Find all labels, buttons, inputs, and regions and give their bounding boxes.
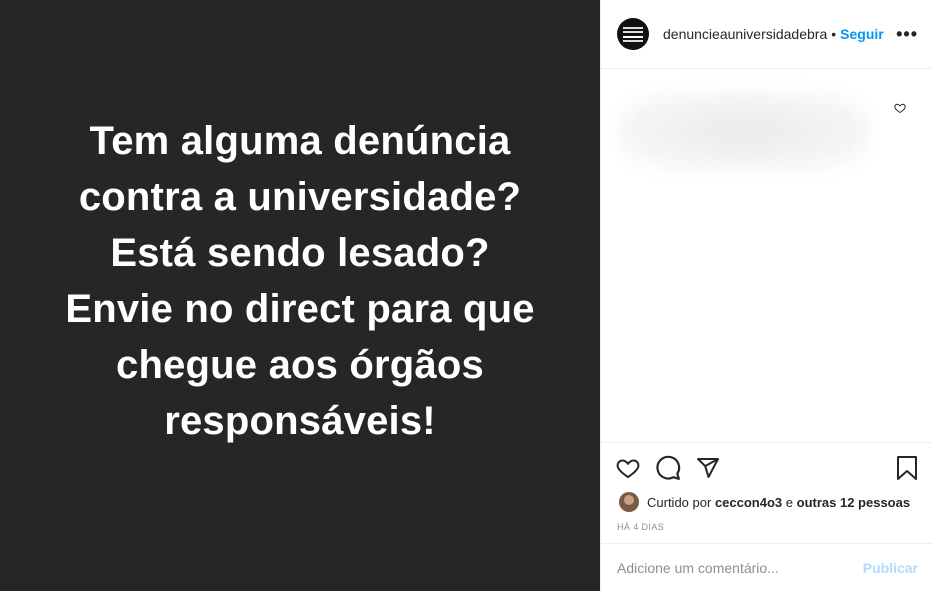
instagram-post-modal: Tem alguma denúncia contra a universidad…: [0, 0, 932, 591]
likes-prefix: Curtido por: [647, 494, 712, 510]
comment-form: Publicar: [601, 543, 932, 591]
more-options-icon[interactable]: •••: [896, 24, 918, 45]
comment-input[interactable]: [617, 559, 863, 576]
publish-button[interactable]: Publicar: [863, 560, 918, 576]
post-text-line: Envie no direct para que: [65, 286, 535, 331]
liker-username[interactable]: ceccon4o3: [715, 495, 782, 510]
post-text-line: responsáveis!: [164, 398, 436, 443]
post-timestamp[interactable]: HÁ 4 DIAS: [617, 522, 918, 532]
heart-icon[interactable]: [615, 456, 641, 480]
liker-avatar[interactable]: [619, 492, 639, 512]
comment-icon[interactable]: [655, 455, 681, 481]
action-icons: [615, 453, 918, 483]
post-header: denuncieauniversidadebra • Seguir •••: [601, 0, 932, 69]
post-text-line: chegue aos órgãos: [116, 342, 484, 387]
post-text-line: Está sendo lesado?: [110, 230, 490, 275]
likes-others-link[interactable]: outras 12 pessoas: [797, 495, 910, 510]
profile-username[interactable]: denuncieauniversidadebra: [663, 26, 827, 42]
separator-dot: •: [831, 26, 837, 42]
bookmark-icon[interactable]: [896, 455, 918, 481]
post-sidebar: denuncieauniversidadebra • Seguir ••• Cu…: [600, 0, 932, 591]
post-text-line: Tem alguma denúncia: [89, 118, 511, 163]
likes-summary: Curtido por ceccon4o3 e outras 12 pessoa…: [615, 492, 918, 512]
share-icon[interactable]: [695, 456, 721, 480]
comment-like-icon[interactable]: [894, 101, 906, 119]
profile-avatar[interactable]: [617, 18, 649, 50]
follow-button[interactable]: Seguir: [840, 26, 884, 42]
post-text-line: contra a universidade?: [78, 174, 522, 219]
likes-connector: e: [785, 494, 793, 510]
blurred-caption: [617, 91, 872, 171]
comments-area: [601, 69, 932, 441]
post-actions: Curtido por ceccon4o3 e outras 12 pessoa…: [601, 442, 932, 532]
post-image[interactable]: Tem alguma denúncia contra a universidad…: [0, 0, 600, 591]
post-image-text: Tem alguma denúncia contra a universidad…: [65, 113, 534, 449]
